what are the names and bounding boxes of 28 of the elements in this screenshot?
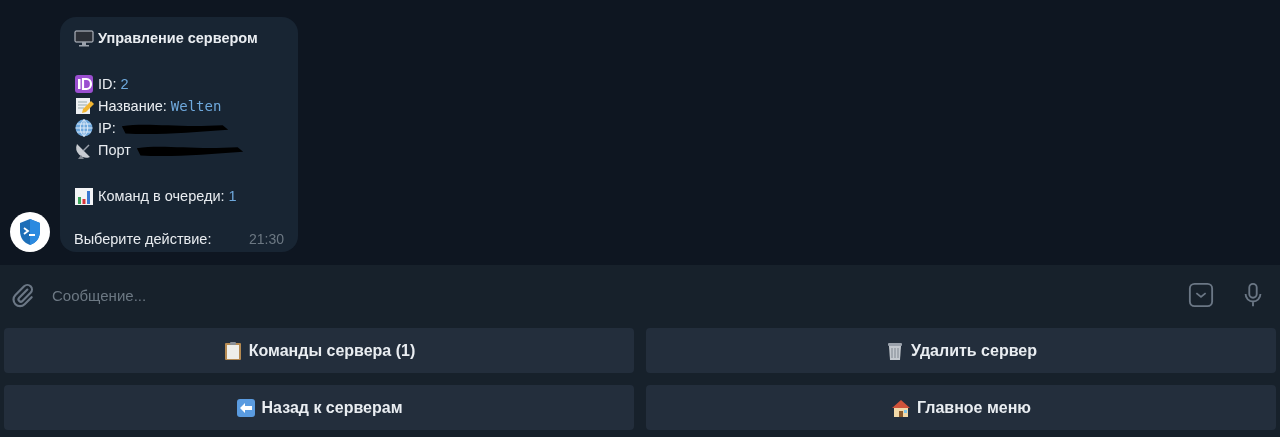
field-label: IP: (98, 120, 116, 136)
field-label: ID: (98, 76, 117, 92)
id-icon (74, 74, 94, 94)
queue-count: 1 (228, 188, 237, 204)
message-time: 21:30 (248, 231, 284, 247)
message-title: Управление сервером (98, 30, 258, 46)
field-label: Название: (98, 98, 167, 114)
globe-icon (74, 118, 94, 138)
monitor-icon (74, 28, 94, 48)
bot-avatar[interactable] (10, 212, 50, 252)
clipboard-icon (222, 340, 243, 361)
memo-pencil-icon (74, 96, 94, 116)
field-value: 2 (120, 76, 129, 92)
attach-icon[interactable] (10, 282, 36, 308)
prompt-text: Выберите действие: (74, 231, 212, 247)
keyboard-toggle-icon[interactable] (1188, 282, 1214, 308)
queue-label: Команд в очереди: (98, 188, 225, 204)
message-field[interactable]: Сообщение... (50, 285, 1174, 305)
keyboard-button[interactable]: Удалить сервер (646, 328, 1276, 373)
bar-chart-icon (74, 186, 94, 206)
keyboard-button[interactable]: Главное меню (646, 385, 1276, 430)
wastebasket-icon (885, 340, 905, 361)
keyboard-button[interactable]: Назад к серверам (4, 385, 634, 430)
message-composer[interactable]: Сообщение... (0, 265, 1280, 325)
keyboard-button[interactable]: Команды сервера (1) (4, 328, 634, 373)
field-label: Порт (98, 142, 131, 158)
field-value: Welten (170, 98, 222, 114)
house-icon (891, 397, 911, 418)
